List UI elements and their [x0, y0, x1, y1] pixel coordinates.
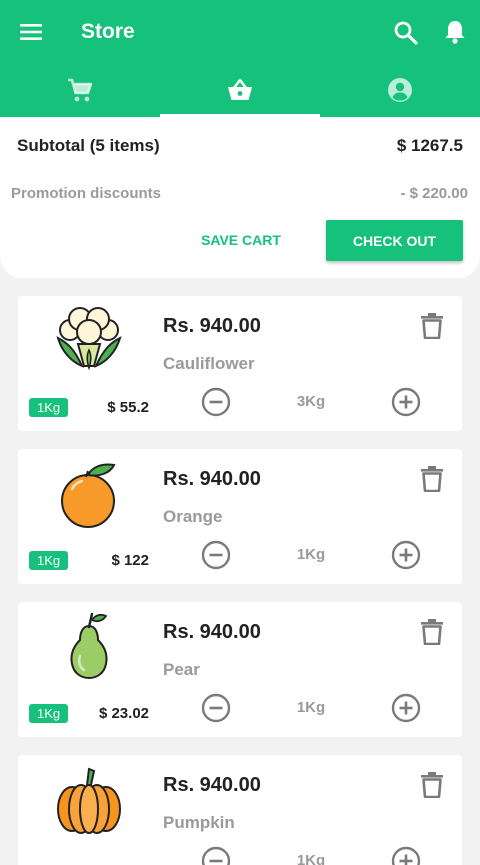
- cart-summary: Subtotal (5 items) $ 1267.5 Promotion di…: [0, 117, 480, 278]
- item-name: Orange: [163, 507, 223, 526]
- unit-price: $ 122: [111, 552, 149, 569]
- weight-badge: 1Kg: [29, 398, 69, 417]
- promotion-label: Promotion discounts: [11, 185, 161, 202]
- item-price: Rs. 940.00: [163, 468, 261, 490]
- save-cart-button[interactable]: SAVE CART: [196, 220, 286, 260]
- tab-basket[interactable]: [160, 64, 320, 117]
- increase-quantity-icon[interactable]: [391, 846, 421, 865]
- decrease-quantity-icon[interactable]: [201, 846, 231, 865]
- increase-quantity-icon[interactable]: [391, 387, 421, 417]
- item-name: Pumpkin: [163, 813, 235, 832]
- cart-icon: [68, 78, 93, 102]
- weight-badge: 1Kg: [29, 551, 69, 570]
- account-icon: [388, 78, 412, 102]
- cart-item: 1Kg $ 23.02 Rs. 940.00 Pear 1Kg: [18, 602, 462, 737]
- item-price: Rs. 940.00: [163, 774, 261, 796]
- pear-icon: [70, 612, 108, 680]
- item-price: Rs. 940.00: [163, 315, 261, 337]
- trash-icon[interactable]: [420, 619, 444, 645]
- tab-cart[interactable]: [0, 64, 160, 117]
- basket-icon: [228, 78, 252, 100]
- unit-price: $ 23.02: [98, 705, 149, 722]
- unit-price: $ 55.2: [107, 399, 149, 416]
- tab-account[interactable]: [320, 64, 480, 117]
- menu-icon[interactable]: [20, 22, 42, 42]
- quantity-value: 1Kg: [296, 852, 326, 865]
- search-icon[interactable]: [393, 20, 419, 46]
- increase-quantity-icon[interactable]: [391, 540, 421, 570]
- cart-item: 1Kg $ 122 Rs. 940.00 Orange 1Kg: [18, 449, 462, 584]
- decrease-quantity-icon[interactable]: [201, 387, 231, 417]
- bell-icon[interactable]: [443, 19, 467, 45]
- decrease-quantity-icon[interactable]: [201, 540, 231, 570]
- item-name: Pear: [163, 660, 200, 679]
- decrease-quantity-icon[interactable]: [201, 693, 231, 723]
- weight-badge: 1Kg: [29, 704, 69, 723]
- cauliflower-icon: [56, 307, 122, 371]
- app-bar: Store: [0, 0, 480, 64]
- orange-icon: [61, 463, 116, 528]
- subtotal-value: $ 1267.5: [396, 136, 463, 155]
- trash-icon[interactable]: [420, 313, 444, 339]
- item-name: Cauliflower: [163, 354, 255, 373]
- trash-icon[interactable]: [420, 772, 444, 798]
- pumpkin-icon: [57, 767, 121, 834]
- subtotal-label: Subtotal (5 items): [17, 136, 160, 155]
- item-price: Rs. 940.00: [163, 621, 261, 643]
- tab-bar: [0, 64, 480, 117]
- quantity-value: 3Kg: [296, 393, 326, 410]
- increase-quantity-icon[interactable]: [391, 693, 421, 723]
- quantity-value: 1Kg: [296, 699, 326, 716]
- cart-item: 1Kg $ 55.2 Rs. 940.00 Cauliflower 3Kg: [18, 296, 462, 431]
- quantity-value: 1Kg: [296, 546, 326, 563]
- cart-item: Rs. 940.00 Pumpkin 1Kg: [18, 755, 462, 865]
- promotion-value: - $ 220.00: [400, 185, 468, 202]
- trash-icon[interactable]: [420, 466, 444, 492]
- page-title: Store: [81, 20, 135, 43]
- checkout-button[interactable]: CHECK OUT: [326, 220, 463, 261]
